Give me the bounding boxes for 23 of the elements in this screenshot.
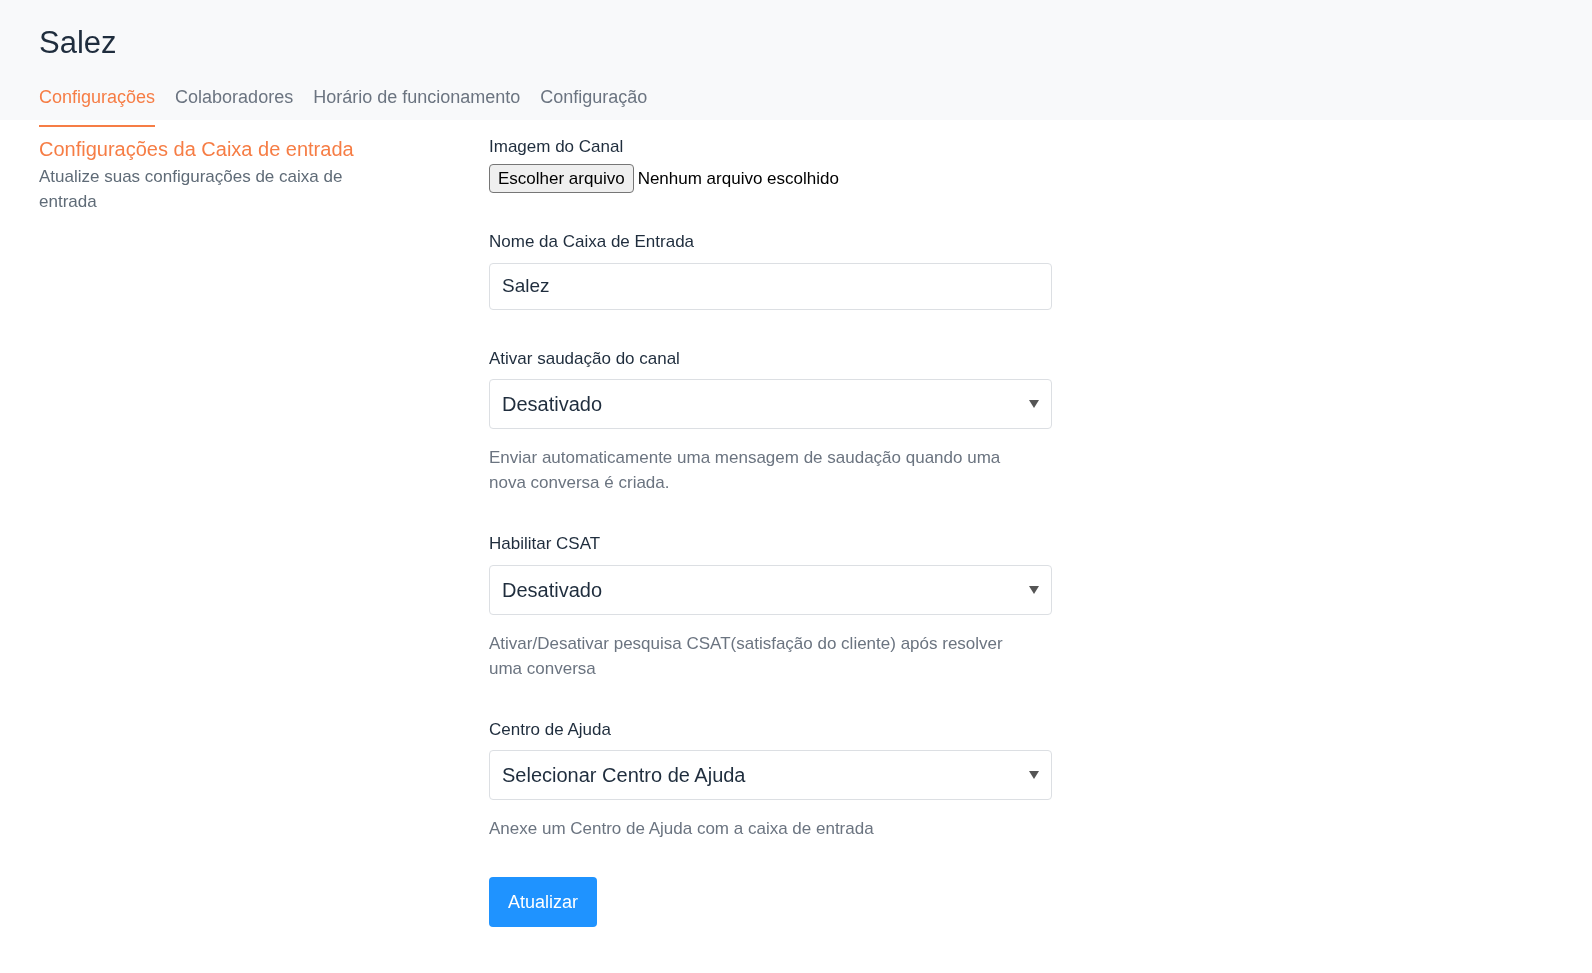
help-text: Enviar automaticamente uma mensagem de saudação quando uma nova conversa é criada. xyxy=(489,447,1002,494)
section-title: Configurações da Caixa de entrada xyxy=(39,137,355,162)
field-label: Imagem do Canal xyxy=(489,136,625,158)
help-text: Ativar/Desativar pesquisa CSAT(satisfação do cliente) após resolver uma conversa xyxy=(489,632,1004,680)
field-label: Centro de Ajuda xyxy=(489,718,612,741)
select-field[interactable]: Selecionar Centro de Ajuda xyxy=(489,750,1052,800)
caret-icon xyxy=(1029,771,1039,779)
field-label: Ativar saudação do canal xyxy=(489,347,681,370)
section-description: Atualize suas configurações de caixa de entrada xyxy=(39,166,344,213)
caret-icon xyxy=(1029,585,1039,594)
page-title: Salez xyxy=(39,24,118,62)
caret-icon xyxy=(1029,400,1039,408)
field-label: Nome da Caixa de Entrada xyxy=(489,231,696,253)
tab[interactable]: Colaboradores xyxy=(175,83,294,127)
tab[interactable]: Horário de funcionamento xyxy=(313,83,521,127)
inbox-name-field[interactable]: Salez xyxy=(489,262,1052,310)
help-text: Anexe um Centro de Ajuda com a caixa de entrada xyxy=(489,818,875,840)
choose-file-button[interactable]: Escolher arquivo xyxy=(489,163,634,193)
field-label: Habilitar CSAT xyxy=(489,533,602,555)
file-status: Nenhum arquivo escolhido xyxy=(637,167,839,190)
tab[interactable]: Configuração xyxy=(540,83,648,127)
select-field[interactable]: Desativado xyxy=(489,564,1052,615)
select-field[interactable]: Desativado xyxy=(489,379,1052,429)
